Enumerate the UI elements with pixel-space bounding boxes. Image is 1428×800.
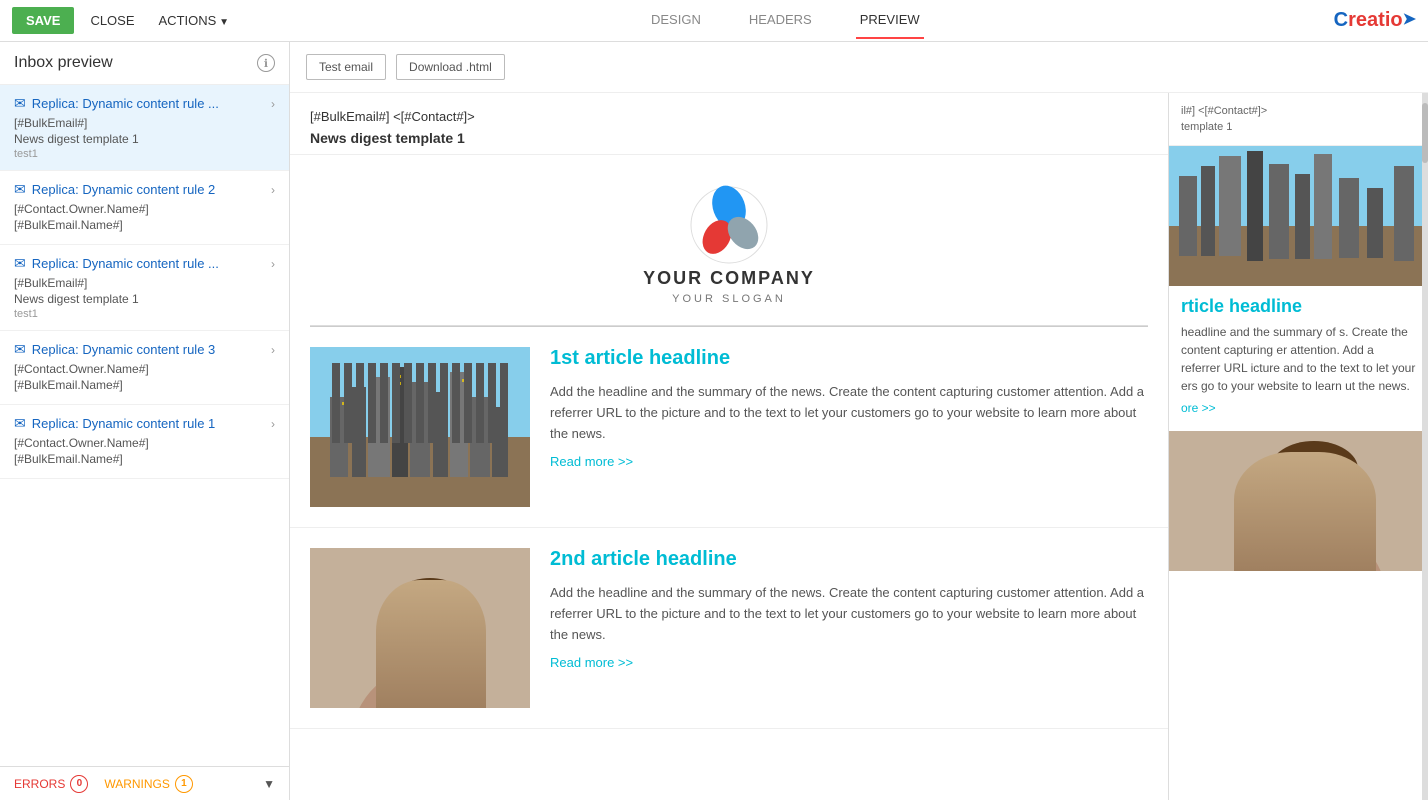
tab-design[interactable]: DESIGN [647, 2, 705, 39]
right-article-title: rticle headline [1169, 286, 1428, 323]
right-person-image [1169, 431, 1428, 571]
sidebar-item-header: ✉ Replica: Dynamic content rule ... › [14, 255, 275, 272]
envelope-icon: ✉ [14, 415, 26, 432]
sidebar-item-header: ✉ Replica: Dynamic content rule 3 › [14, 341, 275, 358]
article-2-image [310, 548, 530, 708]
sidebar-item-subject: [#BulkEmail.Name#] [14, 378, 275, 392]
envelope-icon: ✉ [14, 255, 26, 272]
collapse-icon[interactable]: ▼ [263, 777, 275, 791]
sidebar-header: Inbox preview ℹ [0, 42, 289, 85]
download-html-button[interactable]: Download .html [396, 54, 505, 80]
list-item[interactable]: ✉ Replica: Dynamic content rule ... › [#… [0, 85, 289, 171]
right-article-text: headline and the summary of s. Create th… [1169, 323, 1428, 395]
sidebar-item-from: [#Contact.Owner.Name#] [14, 202, 275, 216]
sidebar-item-title: ✉ Replica: Dynamic content rule 2 [14, 181, 271, 198]
chevron-right-icon: › [271, 257, 275, 271]
scrollbar-thumb [1422, 103, 1428, 163]
envelope-icon: ✉ [14, 341, 26, 358]
company-logo-svg [689, 185, 769, 265]
right-article-image [1169, 146, 1428, 286]
list-item[interactable]: ✉ Replica: Dynamic content rule 3 › [#Co… [0, 331, 289, 405]
errors-count: 0 [70, 775, 88, 793]
sidebar-item-subject: [#BulkEmail.Name#] [14, 218, 275, 232]
sidebar-item-sub: test1 [14, 148, 275, 160]
right-meta-subject: template 1 [1181, 121, 1416, 133]
chevron-right-icon: › [271, 417, 275, 431]
scrollbar[interactable] [1422, 93, 1428, 800]
article-2-section: 2nd article headline Add the headline an… [290, 528, 1168, 729]
envelope-icon: ✉ [14, 95, 26, 112]
warnings-label: WARNINGS [104, 777, 170, 791]
sidebar-item-from: [#BulkEmail#] [14, 116, 275, 130]
sidebar-item-subject: [#BulkEmail.Name#] [14, 452, 275, 466]
tab-preview[interactable]: PREVIEW [856, 2, 924, 39]
email-meta: [#BulkEmail#] <[#Contact#]> News digest … [290, 93, 1168, 155]
preview-content-wrapper: [#BulkEmail#] <[#Contact#]> News digest … [290, 93, 1428, 800]
preview-email[interactable]: [#BulkEmail#] <[#Contact#]> News digest … [290, 93, 1168, 800]
list-item[interactable]: ✉ Replica: Dynamic content rule ... › [#… [0, 245, 289, 331]
chevron-right-icon: › [271, 97, 275, 111]
article-1-read-more[interactable]: Read more >> [550, 454, 633, 469]
sidebar-item-title: ✉ Replica: Dynamic content rule ... [14, 95, 271, 112]
company-name: YOUR COMPANY [330, 268, 1128, 289]
article-2-text: Add the headline and the summary of the … [550, 583, 1148, 645]
main-layout: Inbox preview ℹ ✉ Replica: Dynamic conte… [0, 42, 1428, 800]
article-2-read-more[interactable]: Read more >> [550, 655, 633, 670]
chevron-right-icon: › [271, 343, 275, 357]
warnings-count: 1 [175, 775, 193, 793]
preview-toolbar: Test email Download .html [290, 42, 1428, 93]
company-slogan: YOUR SLOGAN [330, 293, 1128, 305]
article-1-image [310, 347, 530, 507]
article-1-section: 1st article headline Add the headline an… [290, 327, 1168, 528]
sidebar-item-header: ✉ Replica: Dynamic content rule 1 › [14, 415, 275, 432]
envelope-icon: ✉ [14, 181, 26, 198]
preview-area: Test email Download .html [#BulkEmail#] … [290, 42, 1428, 800]
sidebar-item-from: [#BulkEmail#] [14, 276, 275, 290]
info-icon[interactable]: ℹ [257, 54, 275, 72]
right-meta: il#] <[#Contact#]> template 1 [1169, 93, 1428, 146]
errors-badge[interactable]: ERRORS 0 [14, 775, 88, 793]
sidebar-item-header: ✉ Replica: Dynamic content rule ... › [14, 95, 275, 112]
article-2-headline: 2nd article headline [550, 548, 1148, 571]
warnings-badge[interactable]: WARNINGS 1 [104, 775, 193, 793]
sidebar-item-title: ✉ Replica: Dynamic content rule 1 [14, 415, 271, 432]
email-body: YOUR COMPANY YOUR SLOGAN [290, 155, 1168, 729]
sidebar-item-title: ✉ Replica: Dynamic content rule 3 [14, 341, 271, 358]
sidebar-item-subject: News digest template 1 [14, 132, 275, 146]
bottom-bar: ERRORS 0 WARNINGS 1 ▼ [0, 766, 289, 800]
sidebar: Inbox preview ℹ ✉ Replica: Dynamic conte… [0, 42, 290, 800]
creatio-logo: Creatio➤ [1334, 9, 1416, 32]
toolbar: SAVE CLOSE ACTIONS DESIGN HEADERS PREVIE… [0, 0, 1428, 42]
actions-button[interactable]: ACTIONS [151, 9, 237, 32]
right-panel-inner: il#] <[#Contact#]> template 1 [1169, 93, 1428, 571]
list-item[interactable]: ✉ Replica: Dynamic content rule 1 › [#Co… [0, 405, 289, 479]
sidebar-item-subject: News digest template 1 [14, 292, 275, 306]
email-subject: News digest template 1 [310, 130, 1148, 146]
test-email-button[interactable]: Test email [306, 54, 386, 80]
errors-label: ERRORS [14, 777, 65, 791]
sidebar-item-sub: test1 [14, 308, 275, 320]
chevron-right-icon: › [271, 183, 275, 197]
tab-bar: DESIGN HEADERS PREVIEW [245, 2, 1326, 39]
article-1-text: Add the headline and the summary of the … [550, 382, 1148, 444]
right-meta-from: il#] <[#Contact#]> [1181, 105, 1416, 117]
sidebar-item-from: [#Contact.Owner.Name#] [14, 436, 275, 450]
email-header-section: YOUR COMPANY YOUR SLOGAN [310, 155, 1148, 326]
article-1-headline: 1st article headline [550, 347, 1148, 370]
article-1-content: 1st article headline Add the headline an… [550, 347, 1148, 507]
sidebar-list: ✉ Replica: Dynamic content rule ... › [#… [0, 85, 289, 766]
close-button[interactable]: CLOSE [82, 9, 142, 32]
sidebar-item-header: ✉ Replica: Dynamic content rule 2 › [14, 181, 275, 198]
right-read-more[interactable]: ore >> [1169, 395, 1428, 421]
sidebar-title: Inbox preview [14, 54, 113, 72]
article-2-content: 2nd article headline Add the headline an… [550, 548, 1148, 708]
email-from: [#BulkEmail#] <[#Contact#]> [310, 109, 1148, 124]
sidebar-item-from: [#Contact.Owner.Name#] [14, 362, 275, 376]
list-item[interactable]: ✉ Replica: Dynamic content rule 2 › [#Co… [0, 171, 289, 245]
save-button[interactable]: SAVE [12, 7, 74, 34]
tab-headers[interactable]: HEADERS [745, 2, 816, 39]
sidebar-item-title: ✉ Replica: Dynamic content rule ... [14, 255, 271, 272]
right-panel: il#] <[#Contact#]> template 1 [1168, 93, 1428, 800]
